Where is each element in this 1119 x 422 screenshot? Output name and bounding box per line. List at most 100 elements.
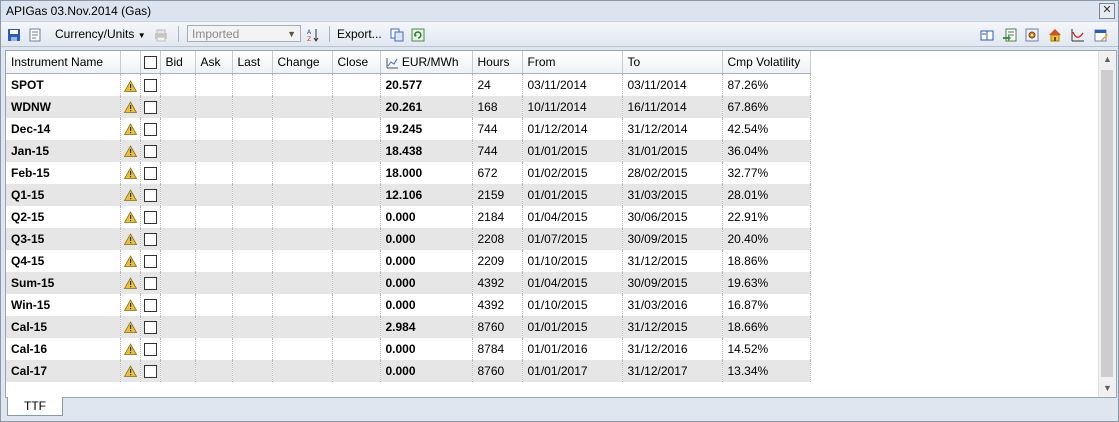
eur-mwh-cell[interactable]: 18.000: [380, 161, 473, 184]
ask-cell[interactable]: [195, 315, 233, 338]
bid-cell[interactable]: [160, 117, 196, 140]
instrument-name-cell[interactable]: Win-15: [6, 293, 121, 316]
warning-icon[interactable]: [120, 161, 141, 184]
table-row[interactable]: Q3-15 0.000 2208 01/07/2015 30/09/2015 20.40%: [6, 227, 1098, 250]
close-cell[interactable]: [332, 205, 381, 228]
from-cell[interactable]: 01/01/2017: [522, 359, 623, 382]
bid-cell[interactable]: [160, 249, 196, 272]
hours-cell[interactable]: 744: [472, 139, 523, 162]
to-cell[interactable]: 31/03/2015: [622, 183, 723, 206]
cmp-volatility-cell[interactable]: 22.91%: [722, 205, 811, 228]
eur-mwh-cell[interactable]: 12.106: [380, 183, 473, 206]
table-row[interactable]: Cal-15 2.984 8760 01/01/2015 31/12/2015 18.66…: [6, 315, 1098, 338]
row-checkbox-cell[interactable]: [140, 117, 161, 140]
from-cell[interactable]: 01/04/2015: [522, 205, 623, 228]
row-checkbox[interactable]: [143, 254, 157, 268]
hours-cell[interactable]: 744: [472, 117, 523, 140]
warning-icon[interactable]: [120, 95, 141, 118]
warning-icon[interactable]: [120, 315, 141, 338]
from-cell[interactable]: 01/12/2014: [522, 117, 623, 140]
bid-cell[interactable]: [160, 95, 196, 118]
row-checkbox[interactable]: [143, 342, 157, 356]
refresh-icon[interactable]: [411, 25, 425, 43]
row-checkbox-cell[interactable]: [140, 227, 161, 250]
col-header-last[interactable]: Last: [232, 51, 273, 74]
cmp-volatility-cell[interactable]: 67.86%: [722, 95, 811, 118]
change-cell[interactable]: [272, 315, 333, 338]
hours-cell[interactable]: 672: [472, 161, 523, 184]
bid-cell[interactable]: [160, 161, 196, 184]
table-row[interactable]: Cal-16 0.000 8784 01/01/2016 31/12/2016 14.52…: [6, 337, 1098, 360]
col-header-from[interactable]: From: [522, 51, 623, 74]
instrument-name-cell[interactable]: Dec-14: [6, 117, 121, 140]
col-header-instrument-name[interactable]: Instrument Name: [6, 51, 121, 74]
ask-cell[interactable]: [195, 293, 233, 316]
import-data-icon[interactable]: [1003, 25, 1017, 43]
eur-mwh-cell[interactable]: 0.000: [380, 271, 473, 294]
row-checkbox-cell[interactable]: [140, 95, 161, 118]
warning-icon[interactable]: [120, 227, 141, 250]
row-checkbox[interactable]: [143, 78, 157, 92]
to-cell[interactable]: 30/09/2015: [622, 227, 723, 250]
close-cell[interactable]: [332, 293, 381, 316]
export-button[interactable]: Export...: [337, 25, 382, 43]
to-cell[interactable]: 31/01/2015: [622, 139, 723, 162]
row-checkbox[interactable]: [143, 100, 157, 114]
close-cell[interactable]: [332, 95, 381, 118]
to-cell[interactable]: 31/12/2017: [622, 359, 723, 382]
last-cell[interactable]: [232, 95, 273, 118]
close-button[interactable]: ✕: [1099, 3, 1115, 19]
bid-cell[interactable]: [160, 315, 196, 338]
table-row[interactable]: Dec-14 19.245 744 01/12/2014 31/12/2014 42.54…: [6, 117, 1098, 140]
instrument-name-cell[interactable]: Cal-15: [6, 315, 121, 338]
last-cell[interactable]: [232, 139, 273, 162]
bid-cell[interactable]: [160, 227, 196, 250]
hours-cell[interactable]: 168: [472, 95, 523, 118]
eur-mwh-cell[interactable]: 0.000: [380, 359, 473, 382]
last-cell[interactable]: [232, 293, 273, 316]
from-cell[interactable]: 01/07/2015: [522, 227, 623, 250]
close-cell[interactable]: [332, 249, 381, 272]
book-icon[interactable]: [980, 25, 994, 43]
cmp-volatility-cell[interactable]: 28.01%: [722, 183, 811, 206]
close-cell[interactable]: [332, 117, 381, 140]
col-header-cmp-volatility[interactable]: Cmp Volatility: [722, 51, 811, 74]
last-cell[interactable]: [232, 183, 273, 206]
copy-icon[interactable]: [390, 25, 404, 43]
hours-cell[interactable]: 24: [472, 73, 523, 96]
from-cell[interactable]: 10/11/2014: [522, 95, 623, 118]
close-cell[interactable]: [332, 271, 381, 294]
eur-mwh-cell[interactable]: 0.000: [380, 227, 473, 250]
source-combo[interactable]: Imported ▼: [187, 25, 301, 42]
ask-cell[interactable]: [195, 139, 233, 162]
hours-cell[interactable]: 2184: [472, 205, 523, 228]
cmp-volatility-cell[interactable]: 18.86%: [722, 249, 811, 272]
to-cell[interactable]: 30/06/2015: [622, 205, 723, 228]
instrument-name-cell[interactable]: Jan-15: [6, 139, 121, 162]
cmp-volatility-cell[interactable]: 42.54%: [722, 117, 811, 140]
table-row[interactable]: Jan-15 18.438 744 01/01/2015 31/01/2015 36.04…: [6, 139, 1098, 162]
change-cell[interactable]: [272, 73, 333, 96]
row-checkbox-cell[interactable]: [140, 183, 161, 206]
row-checkbox-cell[interactable]: [140, 249, 161, 272]
instrument-name-cell[interactable]: Q3-15: [6, 227, 121, 250]
cmp-volatility-cell[interactable]: 13.34%: [722, 359, 811, 382]
close-cell[interactable]: [332, 161, 381, 184]
from-cell[interactable]: 01/10/2015: [522, 293, 623, 316]
col-header-close[interactable]: Close: [332, 51, 381, 74]
row-checkbox[interactable]: [143, 298, 157, 312]
warning-icon[interactable]: [120, 249, 141, 272]
bid-cell[interactable]: [160, 271, 196, 294]
change-cell[interactable]: [272, 117, 333, 140]
row-checkbox[interactable]: [143, 232, 157, 246]
col-header-bid[interactable]: Bid: [160, 51, 196, 74]
row-checkbox[interactable]: [143, 364, 157, 378]
col-header-eur-mwh[interactable]: EUR/MWh: [380, 51, 473, 74]
hours-cell[interactable]: 4392: [472, 271, 523, 294]
checkbox[interactable]: [143, 56, 157, 70]
tab-ttf[interactable]: TTF: [7, 397, 63, 416]
col-header-hours[interactable]: Hours: [472, 51, 523, 74]
eur-mwh-cell[interactable]: 0.000: [380, 337, 473, 360]
eur-mwh-cell[interactable]: 20.577: [380, 73, 473, 96]
row-checkbox-cell[interactable]: [140, 359, 161, 382]
